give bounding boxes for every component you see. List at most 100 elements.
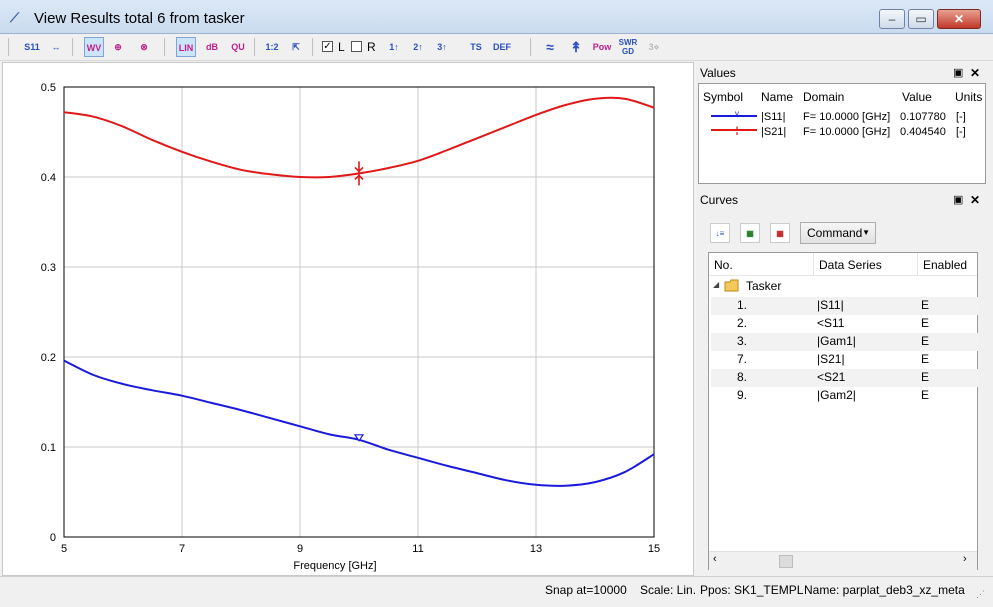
curve-no: 2. xyxy=(737,316,748,330)
l-checkbox-label: L xyxy=(338,40,345,54)
db-scale-icon[interactable]: dB xyxy=(202,37,222,57)
s11-symbol-marker: v xyxy=(735,109,739,118)
curves-pane-header: Curves ▣ ✕ xyxy=(698,190,988,210)
list-item[interactable]: 8. <S21 E xyxy=(711,369,979,387)
l-checkbox[interactable]: ✓ xyxy=(322,41,333,52)
lin-scale-icon[interactable]: LIN xyxy=(176,37,196,57)
marker2-icon[interactable]: 2↑ xyxy=(408,37,428,57)
tick-labels: 5 7 9 11 13 15 0 0.1 0.2 0.3 0.4 0.5 xyxy=(41,82,660,555)
y-tick-label: 0.1 xyxy=(41,442,56,454)
line-chart[interactable]: 5 7 9 11 13 15 0 0.1 0.2 0.3 0.4 0.5 Frequency [GHz… xyxy=(3,63,693,575)
values-symbols: v ¦ xyxy=(711,109,757,135)
marker3-icon[interactable]: 3↑ xyxy=(432,37,452,57)
curve-no: 8. xyxy=(737,370,748,384)
status-bar: Snap at=10000 Scale: Lin. Ppos: SK1_TEMP… xyxy=(0,576,993,607)
close-icon[interactable]: ✕ xyxy=(970,190,980,210)
name-status: Name: parplat_deb3_xz_meta xyxy=(804,583,965,597)
r-checkbox-label: R xyxy=(367,40,376,54)
x-axis-label: Frequency [GHz] xyxy=(293,560,376,572)
float-icon[interactable]: ▣ xyxy=(953,63,963,83)
values-header-symbol: Symbol xyxy=(703,90,744,104)
series-group xyxy=(63,96,655,487)
curve-series: |S11| xyxy=(817,298,844,312)
values-row-2-domain: F= 10.0000 [GHz] xyxy=(803,126,891,138)
list-item[interactable]: 9. |Gam2| E xyxy=(711,387,979,405)
curve-no: 1. xyxy=(737,298,748,312)
maximize-button[interactable]: ▭ xyxy=(908,9,934,29)
ratio-icon[interactable]: 1:2 xyxy=(262,37,282,57)
marker1-icon[interactable]: 1↑ xyxy=(384,37,404,57)
grid-on-icon[interactable]: ▦ xyxy=(740,223,760,243)
curves-header-series[interactable]: Data Series xyxy=(819,258,882,272)
curve-series: <S21 xyxy=(817,370,846,384)
curves-header-no[interactable]: No. xyxy=(714,258,733,272)
ppos-status: Ppos: SK1_TEMPL xyxy=(700,583,804,597)
list-item[interactable]: 1. |S11| E xyxy=(711,297,979,315)
wave-display-icon[interactable]: ≈ xyxy=(540,37,560,57)
close-button[interactable]: ✕ xyxy=(937,9,981,29)
autoscale-icon[interactable]: ⇱ xyxy=(286,37,306,57)
tree-group-tasker[interactable]: ◢ Tasker xyxy=(709,278,977,296)
values-header-domain: Domain xyxy=(803,90,845,104)
command-label: Command xyxy=(807,226,863,240)
curve-enabled: E xyxy=(921,388,930,402)
curve-no: 9. xyxy=(737,388,748,402)
values-header-name: Name xyxy=(761,90,794,104)
float-icon[interactable]: ▣ xyxy=(953,190,963,210)
curves-header-enabled[interactable]: Enabled xyxy=(923,258,967,272)
expand-icon[interactable]: ◢ xyxy=(713,280,719,289)
x-tick-label: 13 xyxy=(530,543,542,555)
minimize-button[interactable]: – xyxy=(879,9,905,29)
y-tick-label: 0 xyxy=(50,532,56,544)
y-tick-label: 0.3 xyxy=(41,262,56,274)
def-icon[interactable]: DEF xyxy=(492,37,512,57)
resize-grip-icon[interactable]: ⋰ xyxy=(976,589,985,600)
window-title: View Results total 6 from tasker xyxy=(34,10,245,27)
fit-icon[interactable]: ↔ xyxy=(46,37,66,57)
peak-icon[interactable]: ↟ xyxy=(566,37,586,57)
s11-icon[interactable]: S11 xyxy=(22,37,42,57)
curves-table: No. Data Series Enabled ◢ Tasker 1. |S11… xyxy=(708,252,979,570)
plot-area[interactable]: 5 7 9 11 13 15 0 0.1 0.2 0.3 0.4 0.5 Frequency [GHz… xyxy=(2,62,694,576)
curve-no: 7. xyxy=(737,352,748,366)
values-row-1-name: |S11| xyxy=(761,111,786,123)
snap-status: Snap at=10000 xyxy=(545,583,627,597)
values-table: Symbol Name Domain Value Units v ¦ |S11|… xyxy=(698,83,986,184)
command-dropdown[interactable]: Command ▼ xyxy=(800,222,876,244)
polar-icon[interactable]: ⊗ xyxy=(134,37,154,57)
qu-scale-icon[interactable]: QU xyxy=(228,37,248,57)
values-row-2-units: [-] xyxy=(956,126,966,138)
app-icon: ⟋ xyxy=(10,10,20,25)
x-tick-label: 7 xyxy=(179,543,185,555)
wave-icon[interactable]: WV xyxy=(84,37,104,57)
tree-group-label: Tasker xyxy=(746,279,782,293)
power-icon[interactable]: Pow xyxy=(592,37,612,57)
smith-icon[interactable]: ⊕ xyxy=(108,37,128,57)
folder-icon xyxy=(724,279,740,292)
curve-enabled: E xyxy=(921,298,930,312)
scroll-left-icon[interactable]: ‹ xyxy=(713,553,717,565)
plot-frame xyxy=(63,86,655,538)
disabled-3d-icon[interactable]: 3⋄ xyxy=(644,37,664,57)
list-item[interactable]: 3. |Gam1| E xyxy=(711,333,979,351)
close-icon[interactable]: ✕ xyxy=(970,63,980,83)
sort-icon[interactable]: ↓≡ xyxy=(710,223,730,243)
scrollbar-thumb[interactable] xyxy=(779,555,793,568)
grid-off-icon[interactable]: ▦ xyxy=(770,223,790,243)
curves-pane-title: Curves xyxy=(700,193,739,207)
chevron-down-icon: ▼ xyxy=(862,228,870,237)
x-tick-label: 9 xyxy=(297,543,303,555)
swr-gd-icon[interactable]: SWR GD xyxy=(618,37,638,57)
list-item[interactable]: 7. |S21| E xyxy=(711,351,979,369)
list-item[interactable]: 2. <S11 E xyxy=(711,315,979,333)
scroll-right-icon[interactable]: › xyxy=(963,553,967,565)
horizontal-scrollbar[interactable]: ‹ › xyxy=(709,551,977,570)
values-header-units: Units xyxy=(955,90,983,104)
y-tick-label: 0.5 xyxy=(41,82,56,94)
ts-icon[interactable]: TS xyxy=(466,37,486,57)
curve-enabled: E xyxy=(921,334,930,348)
r-checkbox[interactable] xyxy=(351,41,362,52)
values-row-2-name: |S21| xyxy=(761,126,787,138)
values-pane-header: Values ▣ ✕ xyxy=(698,63,988,83)
grid xyxy=(63,86,655,538)
